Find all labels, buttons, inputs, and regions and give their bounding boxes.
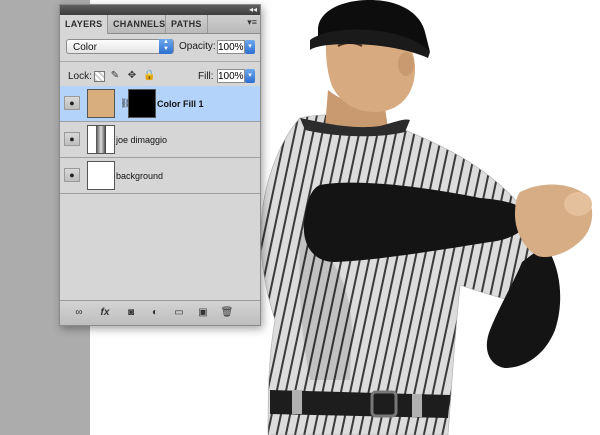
- lock-transparency-icon[interactable]: [94, 71, 105, 82]
- fill-dropdown-icon[interactable]: ▾: [245, 69, 255, 83]
- add-mask-icon[interactable]: ◙: [124, 306, 138, 320]
- lock-all-icon[interactable]: 🔒: [143, 70, 155, 82]
- new-layer-icon[interactable]: ▣: [196, 306, 210, 320]
- layer-mask-thumbnail[interactable]: [128, 89, 156, 118]
- background-layer-thumbnail[interactable]: [87, 161, 115, 190]
- layer-row-color-fill[interactable]: ● ⛓ Color Fill 1: [60, 86, 260, 122]
- layer-row-background[interactable]: ● background: [60, 158, 260, 194]
- fill-field[interactable]: 100%: [217, 69, 245, 83]
- panel-tabs: LAYERS CHANNELS PATHS ▾≡: [60, 15, 260, 34]
- opacity-label: Opacity:: [179, 41, 216, 52]
- opacity-dropdown-icon[interactable]: ▾: [245, 40, 255, 54]
- blend-mode-stepper-icon: ▲ ▼: [159, 39, 173, 54]
- layer-name: Color Fill 1: [157, 99, 204, 109]
- layer-name: background: [116, 171, 164, 181]
- opacity-field[interactable]: 100%: [217, 40, 245, 54]
- tab-paths[interactable]: PATHS: [166, 15, 208, 33]
- panel-footer: ∞ fx ◙ ◐ ▭ ▣ 🗑: [60, 300, 260, 325]
- new-group-folder-icon[interactable]: ▭: [172, 306, 186, 320]
- layers-panel: ◂◂ LAYERS CHANNELS PATHS ▾≡ Color ▲ ▼ Opa…: [59, 4, 261, 326]
- blend-mode-value: Color: [73, 42, 97, 53]
- panel-menu-icon[interactable]: ▾≡: [247, 17, 257, 28]
- adjustment-layer-icon[interactable]: ◐: [148, 306, 162, 320]
- fill-label: Fill:: [198, 71, 214, 82]
- visibility-eye-icon[interactable]: ●: [64, 168, 80, 182]
- layer-row-joe-dimaggio[interactable]: ● joe dimaggio: [60, 122, 260, 158]
- tab-channels[interactable]: CHANNELS: [108, 15, 166, 33]
- tab-layers[interactable]: LAYERS: [60, 15, 108, 34]
- lock-position-move-icon[interactable]: ✥: [126, 70, 138, 82]
- collapse-icon[interactable]: ◂◂: [249, 5, 257, 15]
- link-layers-icon[interactable]: ∞: [72, 306, 86, 320]
- blend-mode-select[interactable]: Color ▲ ▼: [66, 39, 174, 54]
- color-fill-thumbnail[interactable]: [87, 89, 115, 118]
- visibility-eye-icon[interactable]: ●: [64, 132, 80, 146]
- layer-style-fx-icon[interactable]: fx: [98, 306, 112, 320]
- panel-title-bar[interactable]: ◂◂: [60, 5, 260, 15]
- layers-list: ● ⛓ Color Fill 1 ● joe dimaggio ● backgr…: [60, 86, 260, 300]
- photo-layer-thumbnail[interactable]: [87, 125, 115, 154]
- visibility-eye-icon[interactable]: ●: [64, 96, 80, 110]
- lock-label: Lock:: [68, 71, 92, 82]
- layer-name: joe dimaggio: [116, 135, 168, 145]
- trash-icon[interactable]: 🗑: [220, 306, 234, 320]
- lock-pixels-brush-icon[interactable]: ✎: [109, 70, 121, 82]
- divider: [60, 61, 260, 62]
